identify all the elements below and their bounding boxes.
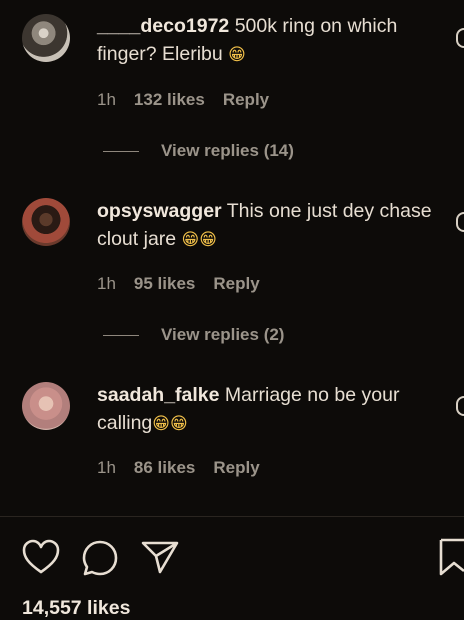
heart-icon[interactable]	[456, 28, 464, 48]
avatar[interactable]	[22, 14, 70, 62]
reply-button[interactable]: Reply	[223, 90, 269, 110]
comment-time: 1h	[97, 90, 116, 109]
speech-bubble-icon[interactable]	[81, 539, 119, 577]
comment-likes[interactable]: 95 likes	[134, 274, 195, 294]
reply-button[interactable]: Reply	[213, 274, 259, 294]
divider-line	[103, 334, 139, 336]
view-replies-label: View replies (14)	[161, 141, 294, 160]
divider	[0, 516, 464, 517]
comment-meta: 1h 132 likes Reply	[97, 90, 269, 110]
view-replies-label: View replies (2)	[161, 325, 285, 344]
comment-username[interactable]: opsyswagger	[97, 200, 222, 222]
avatar[interactable]	[22, 382, 70, 430]
avatar[interactable]	[22, 198, 70, 246]
view-replies-button[interactable]: View replies (2)	[103, 325, 284, 345]
heart-icon[interactable]	[22, 539, 60, 575]
divider-line	[103, 150, 139, 152]
heart-icon[interactable]	[456, 212, 464, 232]
comment-text-block: ____deco1972 500k ring on which finger? …	[97, 12, 437, 69]
reply-button[interactable]: Reply	[213, 458, 259, 478]
comment-likes[interactable]: 86 likes	[134, 458, 195, 478]
view-replies-button[interactable]: View replies (14)	[103, 141, 294, 161]
comment-time: 1h	[97, 274, 116, 293]
comment-username[interactable]: saadah_falke	[97, 384, 220, 406]
emoji-grin-icon: 😁😁	[152, 414, 188, 434]
comment-meta: 1h 86 likes Reply	[97, 458, 260, 478]
comment-text-block: opsyswagger This one just dey chase clou…	[97, 197, 437, 254]
comment-time: 1h	[97, 458, 116, 477]
comment-text-block: saadah_falke Marriage no be your calling…	[97, 381, 437, 438]
heart-icon[interactable]	[456, 396, 464, 416]
comment-likes[interactable]: 132 likes	[134, 90, 205, 110]
comment-meta: 1h 95 likes Reply	[97, 274, 260, 294]
post-action-bar	[0, 535, 464, 581]
bookmark-icon[interactable]	[438, 537, 464, 577]
post-likes-count[interactable]: 14,557 likes	[22, 597, 130, 620]
emoji-grin-icon: 😁	[228, 45, 246, 65]
comment-username[interactable]: ____deco1972	[97, 15, 229, 37]
paper-plane-icon[interactable]	[140, 539, 180, 575]
emoji-grin-icon: 😁😁	[181, 230, 217, 250]
